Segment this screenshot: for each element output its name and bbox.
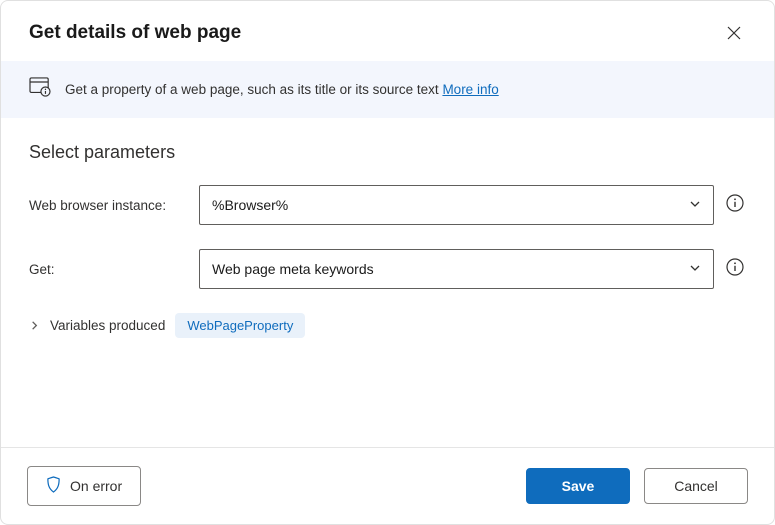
browser-instance-select[interactable]: %Browser% bbox=[199, 185, 714, 225]
save-button[interactable]: Save bbox=[526, 468, 630, 504]
param-row-browser: Web browser instance: %Browser% bbox=[29, 185, 746, 225]
dialog-footer: On error Save Cancel bbox=[1, 447, 774, 524]
chevron-right-icon bbox=[29, 320, 40, 331]
chevron-down-icon bbox=[689, 197, 701, 213]
info-description: Get a property of a web page, such as it… bbox=[65, 82, 442, 97]
get-help-icon[interactable] bbox=[726, 258, 746, 281]
on-error-button[interactable]: On error bbox=[27, 466, 141, 506]
get-select[interactable]: Web page meta keywords bbox=[199, 249, 714, 289]
get-label: Get: bbox=[29, 262, 187, 277]
param-row-get: Get: Web page meta keywords bbox=[29, 249, 746, 289]
variables-produced-label: Variables produced bbox=[50, 318, 165, 333]
more-info-link[interactable]: More info bbox=[442, 82, 498, 97]
footer-actions: Save Cancel bbox=[526, 468, 748, 504]
get-value: Web page meta keywords bbox=[212, 261, 374, 277]
chevron-down-icon bbox=[689, 261, 701, 277]
variable-pill[interactable]: WebPageProperty bbox=[175, 313, 305, 338]
shield-icon bbox=[46, 476, 61, 496]
browser-instance-label: Web browser instance: bbox=[29, 198, 187, 213]
dialog-header: Get details of web page bbox=[1, 1, 774, 61]
info-text: Get a property of a web page, such as it… bbox=[65, 82, 499, 97]
webpage-info-icon bbox=[29, 77, 51, 102]
dialog-body: Select parameters Web browser instance: … bbox=[1, 118, 774, 447]
variables-expander[interactable] bbox=[29, 320, 40, 331]
info-banner: Get a property of a web page, such as it… bbox=[1, 61, 774, 118]
close-icon bbox=[727, 26, 741, 40]
close-button[interactable] bbox=[720, 19, 748, 47]
on-error-label: On error bbox=[70, 478, 122, 494]
dialog-title: Get details of web page bbox=[29, 22, 241, 44]
browser-instance-value: %Browser% bbox=[212, 197, 288, 213]
section-title: Select parameters bbox=[29, 142, 746, 163]
dialog: Get details of web page Get a property o… bbox=[0, 0, 775, 525]
browser-help-icon[interactable] bbox=[726, 194, 746, 217]
cancel-button[interactable]: Cancel bbox=[644, 468, 748, 504]
variables-produced-row: Variables produced WebPageProperty bbox=[29, 313, 746, 338]
